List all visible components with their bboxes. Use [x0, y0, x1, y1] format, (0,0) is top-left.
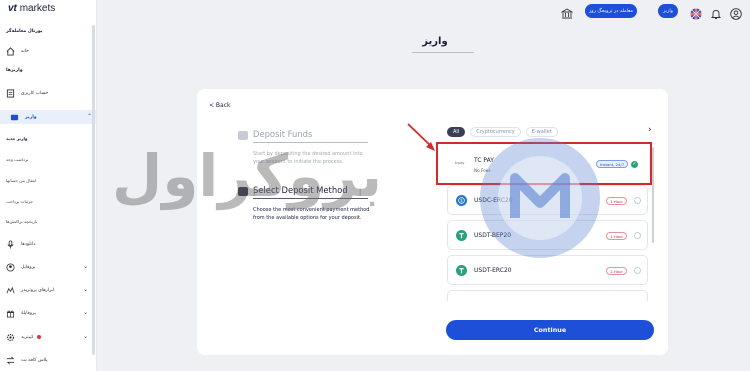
- chevron-down-icon: ⌄: [82, 333, 88, 340]
- sidebar-item-label: خانه: [21, 48, 29, 54]
- sidebar-section-transfers: واریزها: [6, 68, 23, 73]
- sidebar-scrollbar[interactable]: [92, 25, 95, 355]
- notification-dot: [36, 335, 41, 339]
- annotation-arrow-icon: [407, 123, 435, 151]
- sidebar-item-cafe-plus[interactable]: پلاس کافه نت: [6, 353, 92, 367]
- sidebar-item-profile[interactable]: پروفایل ⌄: [6, 260, 92, 274]
- time-badge: 1 Hour: [606, 197, 627, 205]
- sidebar-section-portal: پورتال معامله‌گر: [6, 29, 43, 34]
- back-link[interactable]: < Back: [209, 102, 231, 109]
- gift-icon: [6, 309, 15, 318]
- account-icon: [6, 88, 15, 98]
- method-radio[interactable]: [634, 232, 641, 239]
- title-divider: [412, 52, 474, 53]
- top-bar: معامله در ترویجگ روز واریز: [97, 0, 750, 23]
- time-badge: 1 Hour: [606, 267, 627, 275]
- profile-icon: [6, 262, 15, 272]
- method-radio[interactable]: [634, 197, 641, 204]
- home-icon: [6, 46, 15, 56]
- sidebar-item-trading-tools[interactable]: ابزارهای پروتریدر ⌄: [6, 283, 92, 297]
- sidebar-item-accounts[interactable]: حساب کاربری: [6, 86, 92, 100]
- sidebar-item-label: واریز: [25, 114, 37, 120]
- sidebar-item-label: دانلودها: [21, 241, 36, 247]
- sidebar-item-deposit[interactable]: واریز ⌃: [0, 110, 96, 124]
- deposit-icon: [10, 113, 19, 122]
- method-list-scrollbar[interactable]: [652, 147, 654, 243]
- sidebar-item-label: حساب کاربری: [21, 90, 49, 96]
- deposit-top-button[interactable]: واریز: [658, 4, 678, 18]
- chevron-down-icon: ⌄: [82, 286, 88, 293]
- method-next-partial[interactable]: [447, 290, 648, 301]
- demo-trading-button[interactable]: معامله در ترویجگ روز: [585, 4, 637, 18]
- sidebar-sub-withdraw[interactable]: برداشت وجه: [6, 157, 28, 162]
- tether-icon: [456, 229, 467, 241]
- sidebar-sub-payment-history[interactable]: جزئیات پرداخت: [6, 199, 33, 204]
- bell-icon[interactable]: [710, 5, 722, 19]
- transfer-icon: [6, 356, 15, 365]
- chevron-down-icon: ⌄: [82, 309, 88, 316]
- uk-flag-icon[interactable]: [690, 5, 702, 20]
- tab-all[interactable]: All: [447, 127, 466, 137]
- sidebar-item-promotions[interactable]: پروفایلهٔ ⌄: [6, 306, 92, 320]
- method-radio[interactable]: [634, 267, 641, 274]
- sidebar-item-label: پروفایلهٔ: [21, 310, 36, 316]
- step-title: Deposit Funds: [253, 129, 313, 139]
- sidebar-item-label: ابزارهای پروتریدر: [21, 287, 55, 293]
- microphone-icon: [6, 239, 15, 249]
- sidebar-item-downloads[interactable]: دانلودها: [6, 237, 92, 251]
- sidebar-sub-transaction-history[interactable]: تاریخچه تراکنش‌ها: [6, 219, 37, 224]
- watermark-text: بروکراول: [112, 142, 382, 210]
- vt-markets-logo[interactable]: vt markets: [8, 3, 55, 14]
- sidebar-item-label: پلاس کافه نت: [21, 357, 48, 363]
- sidebar-item-label: پروفایل: [21, 264, 36, 270]
- sidebar-item-label: کپیترید: [21, 334, 34, 340]
- gear-icon: [6, 333, 15, 342]
- continue-button[interactable]: Continue: [446, 320, 654, 340]
- tether-icon: [456, 264, 467, 276]
- method-name: USDT-ERC20: [474, 266, 512, 274]
- sidebar: vt markets پورتال معامله‌گر خانه واریزها…: [0, 0, 97, 371]
- chevron-down-icon: ⌄: [82, 263, 88, 270]
- page-title: واریز: [422, 36, 448, 47]
- user-icon[interactable]: [730, 5, 742, 20]
- bank-icon[interactable]: [560, 5, 574, 19]
- svg-text:$: $: [460, 198, 463, 203]
- sidebar-item-copy-trading-settings[interactable]: کپیترید ⌄: [6, 330, 92, 344]
- time-badge: 1 Hour: [606, 232, 627, 240]
- tools-icon: [6, 286, 15, 295]
- sidebar-sub-internal-transfer[interactable]: انتقال بین حسابها: [6, 178, 36, 183]
- wallet-icon: [238, 131, 248, 140]
- usdc-icon: $: [456, 194, 467, 206]
- chevron-right-icon[interactable]: ›: [648, 125, 652, 135]
- sidebar-sub-new-deposit[interactable]: واریز جدید: [6, 136, 28, 141]
- watermark-logo-icon: [480, 138, 600, 258]
